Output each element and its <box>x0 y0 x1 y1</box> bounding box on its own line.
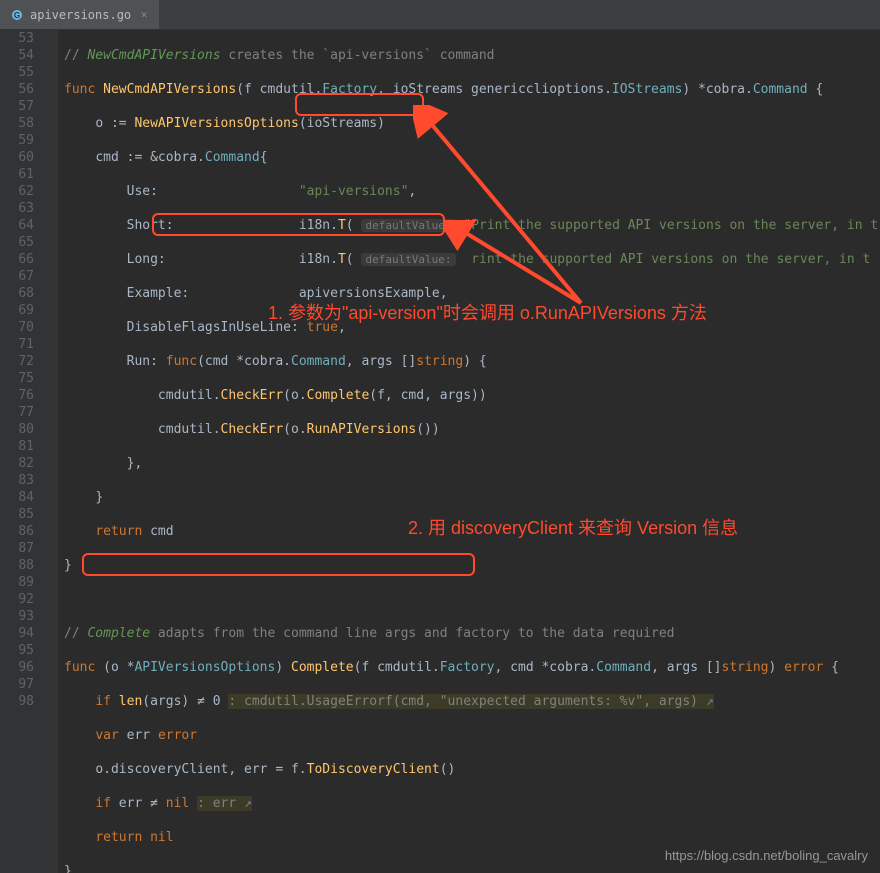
code-area[interactable]: // NewCmdAPIVersions creates the `api-ve… <box>58 30 880 873</box>
tab-filename: apiversions.go <box>30 8 131 22</box>
tab-bar: G apiversions.go ✕ <box>0 0 880 30</box>
go-file-icon: G <box>10 8 24 22</box>
svg-text:G: G <box>14 11 20 20</box>
close-icon[interactable]: ✕ <box>137 8 151 22</box>
fold-column <box>44 30 58 873</box>
line-number-gutter: 5354555657585960616263646566676869707172… <box>0 30 44 873</box>
code-editor[interactable]: 5354555657585960616263646566676869707172… <box>0 30 880 873</box>
file-tab[interactable]: G apiversions.go ✕ <box>0 0 159 29</box>
arrow-1 <box>413 105 593 315</box>
watermark: https://blog.csdn.net/boling_cavalry <box>665 848 868 863</box>
